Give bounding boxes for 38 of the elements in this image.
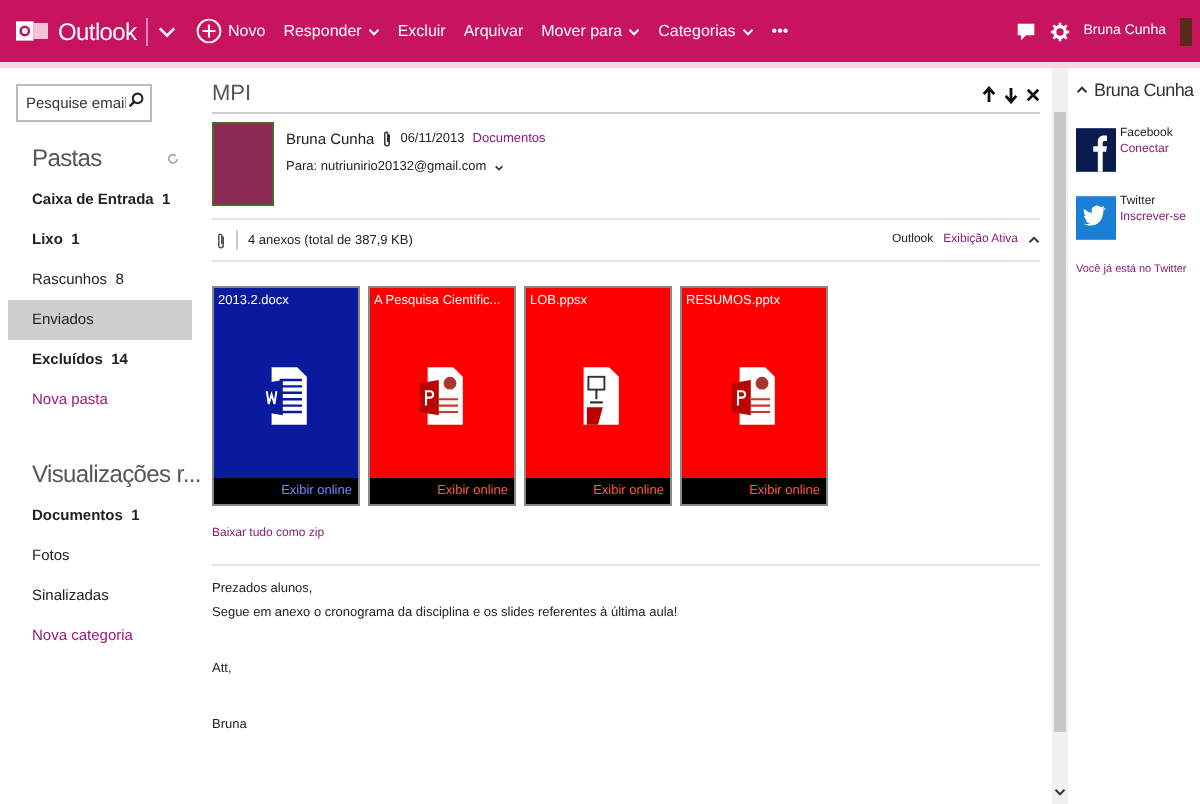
chevron-up-icon[interactable] bbox=[1076, 86, 1088, 94]
new-button[interactable]: Novo bbox=[194, 18, 268, 44]
bird-logo-icon bbox=[1076, 196, 1116, 240]
refresh-icon[interactable] bbox=[166, 151, 180, 165]
presentation-document-icon bbox=[730, 364, 778, 428]
close-icon[interactable] bbox=[1026, 87, 1040, 101]
search-icon bbox=[128, 92, 144, 108]
toolbar-button[interactable]: Arquivar bbox=[461, 22, 526, 40]
section-title: Visualizações r... bbox=[32, 460, 201, 488]
toolbar-button[interactable]: ••• bbox=[769, 22, 791, 40]
paperclip-icon bbox=[216, 231, 226, 249]
section-title: Pastas bbox=[32, 144, 102, 172]
toolbar-button[interactable]: Categorias bbox=[656, 22, 756, 40]
outlook-logo-icon bbox=[16, 18, 48, 44]
caret-icon bbox=[628, 27, 641, 35]
chevron-down-icon[interactable] bbox=[1054, 788, 1066, 796]
caret-icon[interactable] bbox=[494, 163, 505, 171]
facebook-logo-icon bbox=[1076, 128, 1116, 172]
caret-icon bbox=[367, 27, 380, 35]
toolbar-button[interactable]: Responder bbox=[281, 22, 382, 40]
avatar-placeholder bbox=[1180, 17, 1192, 45]
toolbar-button[interactable]: Mover para bbox=[539, 22, 643, 40]
plus-icon bbox=[196, 18, 222, 44]
paperclip-icon bbox=[382, 130, 393, 148]
app-name: Outlook bbox=[58, 17, 137, 45]
chevron-up-icon[interactable] bbox=[1028, 236, 1040, 244]
contact-name: Bruna Cunha bbox=[1094, 80, 1194, 100]
photo-placeholder bbox=[212, 122, 274, 206]
chat-icon[interactable] bbox=[1015, 21, 1036, 41]
message-subject: MPI bbox=[212, 82, 254, 106]
toolbar-button[interactable]: Excluir bbox=[395, 22, 448, 40]
scrollbar[interactable] bbox=[1052, 68, 1068, 804]
presentation-document-icon bbox=[418, 364, 466, 428]
word-document-icon bbox=[262, 364, 310, 428]
arrow-up-icon[interactable] bbox=[982, 85, 996, 103]
caret-icon bbox=[741, 27, 754, 35]
arrow-down-icon[interactable] bbox=[1004, 85, 1018, 103]
settings-icon[interactable] bbox=[1049, 21, 1070, 41]
